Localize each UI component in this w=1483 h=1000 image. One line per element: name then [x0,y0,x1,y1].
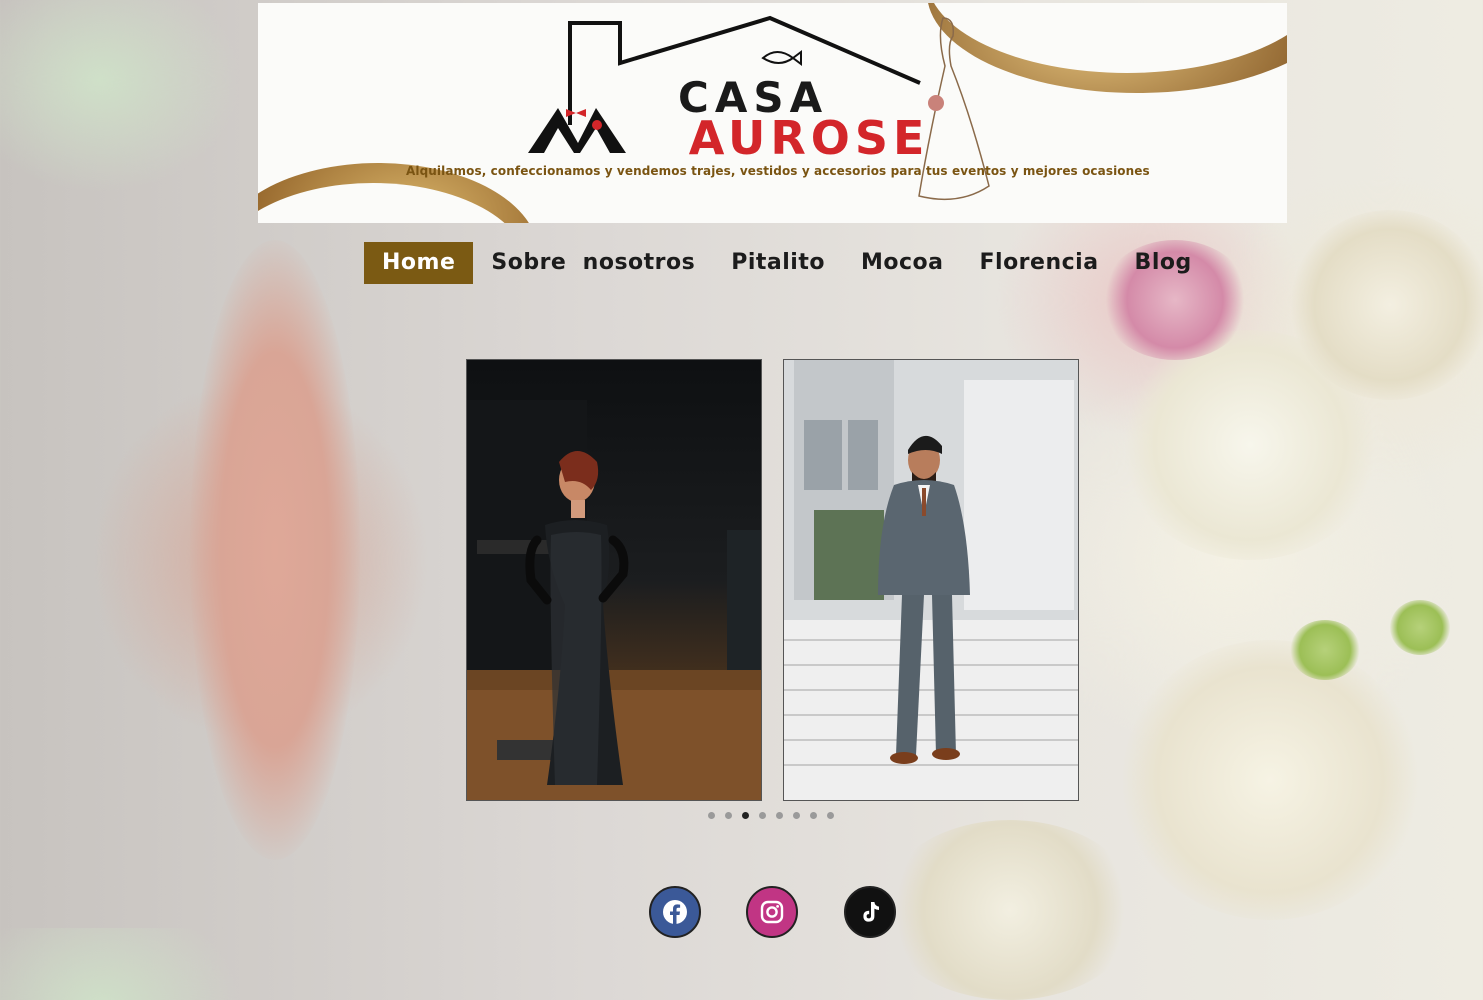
nav-item-blog[interactable]: Blog [1117,242,1210,284]
carousel-dot-6[interactable] [793,812,800,819]
tiktok-link[interactable] [844,886,896,938]
carousel-dot-3[interactable] [742,812,749,819]
logo-aurose-text: AUROSE [688,111,930,165]
tiktok-icon [863,902,879,922]
carousel-pagination [708,812,834,819]
carousel-dot-8[interactable] [827,812,834,819]
instagram-link[interactable] [746,886,798,938]
facebook-icon [663,900,687,924]
tagline: Alquilamos, confeccionamos y vendemos tr… [406,164,1150,178]
facebook-link[interactable] [649,886,701,938]
logo-maurose-text: MAUROSE [638,111,929,165]
nav-item-florencia[interactable]: Florencia [962,242,1117,284]
carousel-dot-4[interactable] [759,812,766,819]
nav-item-home[interactable]: Home [364,242,474,284]
carousel-dot-1[interactable] [708,812,715,819]
carousel-slide-woman-gown[interactable] [466,359,762,801]
nav-item-mocoa[interactable]: Mocoa [843,242,962,284]
woman-gown-photo [467,400,761,800]
nav-item-sobre-nosotros[interactable]: Sobre nosotros [473,242,713,284]
nav-item-pitalito[interactable]: Pitalito [713,242,843,284]
header-banner: CASA MAUROSE Alquilamos, confeccionamos … [258,3,1287,223]
carousel-slide-man-suit[interactable] [783,359,1079,801]
carousel-dot-5[interactable] [776,812,783,819]
main-nav: Home Sobre nosotros Pitalito Mocoa Flore… [364,242,1210,284]
instagram-icon [760,900,784,924]
carousel-dot-2[interactable] [725,812,732,819]
carousel-dot-7[interactable] [810,812,817,819]
man-suit-photo [784,360,1078,800]
